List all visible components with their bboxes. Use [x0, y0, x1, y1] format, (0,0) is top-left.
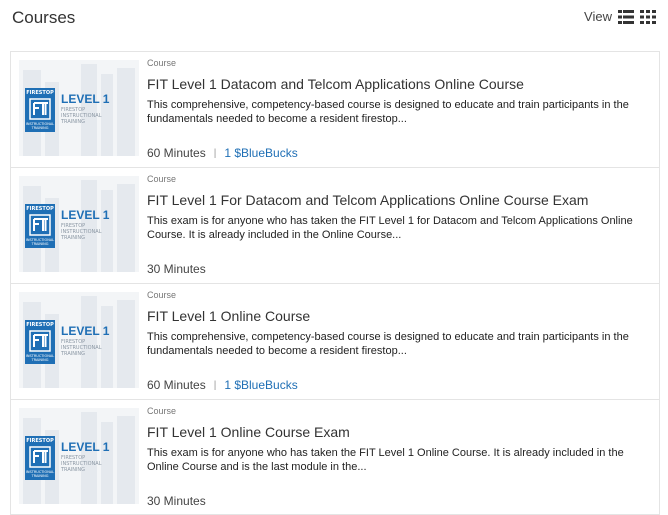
course-description: This exam is for anyone who has taken th… — [147, 215, 633, 241]
course-type: Course — [147, 174, 177, 184]
course-bluebucks[interactable]: 1 $BlueBucks — [224, 146, 297, 160]
firestop-logo: FIRESTOP INSTRUCTIONAL TRAINING — [25, 88, 55, 132]
course-duration: 30 Minutes — [147, 494, 206, 508]
level-label: LEVEL 1 — [61, 208, 110, 222]
course-type: Course — [147, 406, 177, 416]
list-view-icon[interactable] — [618, 9, 634, 24]
logo-top-text: FIRESTOP — [26, 206, 54, 212]
fit-logo-icon — [29, 330, 51, 352]
course-thumbnail[interactable]: FIRESTOP INSTRUCTIONAL TRAINING LEVEL 1 … — [19, 60, 139, 156]
course-thumbnail[interactable]: FIRESTOP INSTRUCTIONAL TRAINING LEVEL 1 … — [19, 292, 139, 388]
level-label: LEVEL 1 — [61, 324, 110, 338]
course-title[interactable]: FIT Level 1 Datacom and Telcom Applicati… — [147, 76, 649, 92]
course-type: Course — [147, 58, 177, 68]
course-card[interactable]: FIRESTOP INSTRUCTIONAL TRAINING LEVEL 1 … — [10, 167, 660, 283]
course-bluebucks[interactable]: 1 $BlueBucks — [224, 378, 297, 392]
view-switcher: View — [584, 9, 656, 24]
course-duration: 60 Minutes — [147, 146, 206, 160]
logo-bottom-text: INSTRUCTIONAL TRAINING — [25, 354, 55, 362]
logo-top-text: FIRESTOP — [26, 322, 54, 328]
level-label: LEVEL 1 — [61, 92, 110, 106]
course-list: FIRESTOP INSTRUCTIONAL TRAINING LEVEL 1 … — [10, 51, 660, 515]
page-header: Courses View — [0, 0, 668, 44]
course-card[interactable]: FIRESTOP INSTRUCTIONAL TRAINING LEVEL 1 … — [10, 51, 660, 167]
logo-top-text: FIRESTOP — [26, 90, 54, 96]
course-title[interactable]: FIT Level 1 Online Course — [147, 308, 649, 324]
fit-logo-icon — [29, 446, 51, 468]
course-title[interactable]: FIT Level 1 For Datacom and Telcom Appli… — [147, 192, 649, 208]
logo-bottom-text: INSTRUCTIONAL TRAINING — [25, 238, 55, 246]
firestop-logo: FIRESTOP INSTRUCTIONAL TRAINING — [25, 436, 55, 480]
course-meta: 60 Minutes | 1 $BlueBucks — [147, 146, 298, 160]
logo-bottom-text: INSTRUCTIONAL TRAINING — [25, 122, 55, 130]
course-description: This comprehensive, competency-based cou… — [147, 331, 629, 357]
logo-top-text: FIRESTOP — [26, 438, 54, 444]
grid-view-icon[interactable] — [640, 9, 656, 24]
course-thumbnail[interactable]: FIRESTOP INSTRUCTIONAL TRAINING LEVEL 1 … — [19, 408, 139, 504]
fit-logo-icon — [29, 98, 51, 120]
firestop-logo: FIRESTOP INSTRUCTIONAL TRAINING — [25, 204, 55, 248]
firestop-logo: FIRESTOP INSTRUCTIONAL TRAINING — [25, 320, 55, 364]
course-type: Course — [147, 290, 177, 300]
level-label: LEVEL 1 — [61, 440, 110, 454]
course-title[interactable]: FIT Level 1 Online Course Exam — [147, 424, 649, 440]
level-subtitle: FIRESTOP INSTRUCTIONAL TRAINING — [61, 455, 102, 473]
logo-bottom-text: INSTRUCTIONAL TRAINING — [25, 470, 55, 478]
course-card[interactable]: FIRESTOP INSTRUCTIONAL TRAINING LEVEL 1 … — [10, 399, 660, 515]
meta-separator: | — [213, 147, 217, 159]
course-meta: 30 Minutes — [147, 262, 206, 276]
course-duration: 30 Minutes — [147, 262, 206, 276]
course-description: This comprehensive, competency-based cou… — [147, 99, 629, 125]
level-subtitle: FIRESTOP INSTRUCTIONAL TRAINING — [61, 223, 102, 241]
course-meta: 60 Minutes | 1 $BlueBucks — [147, 378, 298, 392]
meta-separator: | — [213, 379, 217, 391]
course-info: Course FIT Level 1 Online Course This co… — [147, 290, 649, 358]
course-duration: 60 Minutes — [147, 378, 206, 392]
course-thumbnail[interactable]: FIRESTOP INSTRUCTIONAL TRAINING LEVEL 1 … — [19, 176, 139, 272]
fit-logo-icon — [29, 214, 51, 236]
course-info: Course FIT Level 1 Datacom and Telcom Ap… — [147, 58, 649, 126]
course-info: Course FIT Level 1 Online Course Exam Th… — [147, 406, 649, 474]
level-subtitle: FIRESTOP INSTRUCTIONAL TRAINING — [61, 339, 102, 357]
view-label: View — [584, 9, 612, 24]
page-title: Courses — [12, 8, 76, 27]
course-info: Course FIT Level 1 For Datacom and Telco… — [147, 174, 649, 242]
level-subtitle: FIRESTOP INSTRUCTIONAL TRAINING — [61, 107, 102, 125]
course-card[interactable]: FIRESTOP INSTRUCTIONAL TRAINING LEVEL 1 … — [10, 283, 660, 399]
course-description: This exam is for anyone who has taken th… — [147, 447, 624, 473]
course-meta: 30 Minutes — [147, 494, 206, 508]
